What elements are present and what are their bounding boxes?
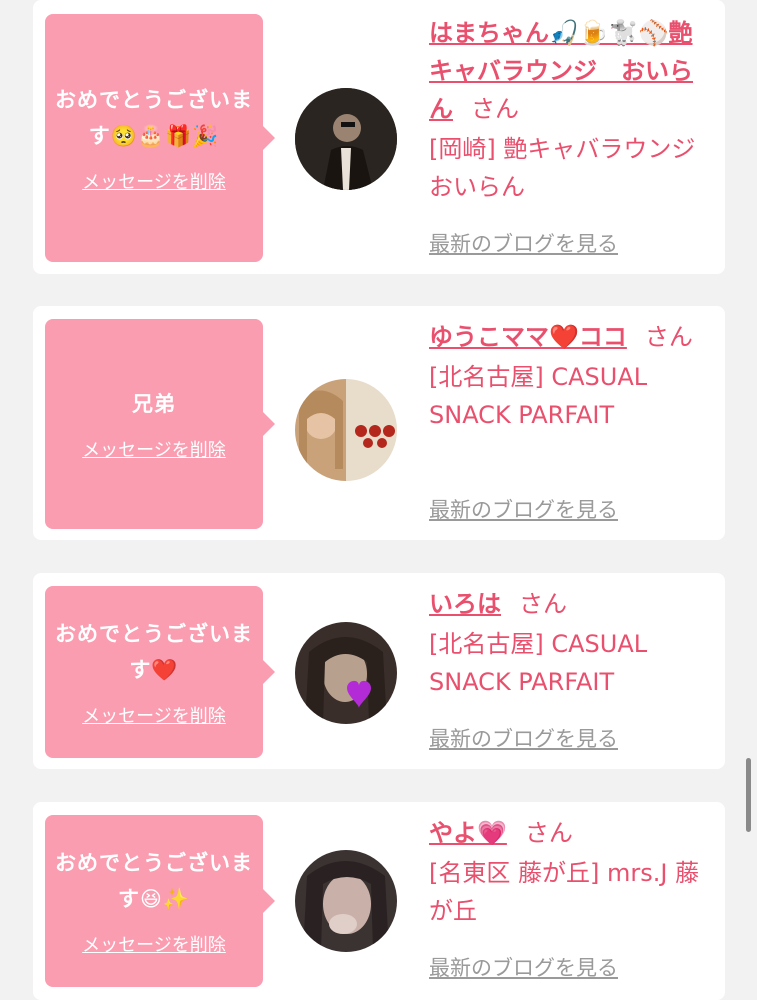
avatar[interactable] [295, 379, 397, 481]
shop-name: [北名古屋] CASUAL SNACK PARFAIT [429, 363, 648, 429]
message-bubble: 兄弟 メッセージを削除 [45, 319, 275, 529]
user-name-link[interactable]: いろは [429, 590, 501, 618]
shop-name: [北名古屋] CASUAL SNACK PARFAIT [429, 630, 648, 696]
honorific: さん [644, 323, 693, 351]
honorific: さん [519, 590, 567, 618]
avatar-photo [295, 850, 397, 952]
message-card: おめでとうございます😆✨ メッセージを削除 やよ💗 さん [名東区 藤が丘] mr… [33, 802, 725, 1000]
avatar[interactable] [295, 850, 397, 952]
avatar[interactable] [295, 622, 397, 724]
honorific: さん [524, 819, 573, 847]
latest-blog-link[interactable]: 最新のブログを見る [429, 723, 618, 753]
user-name-link[interactable]: ゆうこママ❤️ココ [429, 323, 627, 351]
message-card: おめでとうございます🥺🎂🎁🎉 メッセージを削除 はまちゃん🎣🍺🐩⚾艶キャバラウン… [33, 0, 725, 274]
delete-message-link[interactable]: メッセージを削除 [82, 702, 226, 728]
user-info: ゆうこママ❤️ココ さん [北名古屋] CASUAL SNACK PARFAIT [429, 318, 709, 434]
message-text: 兄弟 [132, 392, 176, 416]
delete-message-link[interactable]: メッセージを削除 [82, 168, 226, 194]
user-name-link[interactable]: はまちゃん🎣🍺🐩⚾艶キャバラウンジ おいらん [429, 19, 693, 123]
delete-message-link[interactable]: メッセージを削除 [82, 931, 226, 957]
message-text: おめでとうございます❤️ [55, 622, 253, 682]
message-list: おめでとうございます🥺🎂🎁🎉 メッセージを削除 はまちゃん🎣🍺🐩⚾艶キャバラウン… [0, 0, 757, 1000]
message-card: 兄弟 メッセージを削除 ゆうこママ❤️ココ さん [北名古屋] CASUAL SN… [33, 306, 725, 540]
delete-message-link[interactable]: メッセージを削除 [82, 436, 226, 462]
message-text: おめでとうございます😆✨ [55, 851, 253, 911]
message-text: おめでとうございます🥺🎂🎁🎉 [55, 88, 253, 148]
honorific: さん [471, 95, 519, 123]
latest-blog-link[interactable]: 最新のブログを見る [429, 228, 618, 258]
scrollbar[interactable] [746, 758, 751, 832]
message-card: おめでとうございます❤️ メッセージを削除 いろは さん [北名古屋] CASUA… [33, 573, 725, 769]
shop-name: [岡崎] 艶キャバラウンジ おいらん [429, 135, 696, 201]
user-name-link[interactable]: やよ💗 [429, 819, 507, 847]
avatar-photo [295, 379, 397, 481]
message-bubble: おめでとうございます😆✨ メッセージを削除 [45, 815, 275, 987]
message-bubble: おめでとうございます❤️ メッセージを削除 [45, 586, 275, 758]
avatar-photo [295, 622, 397, 724]
latest-blog-link[interactable]: 最新のブログを見る [429, 952, 618, 982]
shop-name: [名東区 藤が丘] mrs.J 藤が丘 [429, 859, 700, 925]
user-info: はまちゃん🎣🍺🐩⚾艶キャバラウンジ おいらん さん [岡崎] 艶キャバラウンジ お… [429, 14, 709, 206]
avatar[interactable] [295, 88, 397, 190]
avatar-photo [295, 88, 397, 190]
latest-blog-link[interactable]: 最新のブログを見る [429, 494, 618, 524]
user-info: いろは さん [北名古屋] CASUAL SNACK PARFAIT [429, 585, 709, 701]
user-info: やよ💗 さん [名東区 藤が丘] mrs.J 藤が丘 [429, 814, 709, 930]
message-bubble: おめでとうございます🥺🎂🎁🎉 メッセージを削除 [45, 14, 275, 262]
